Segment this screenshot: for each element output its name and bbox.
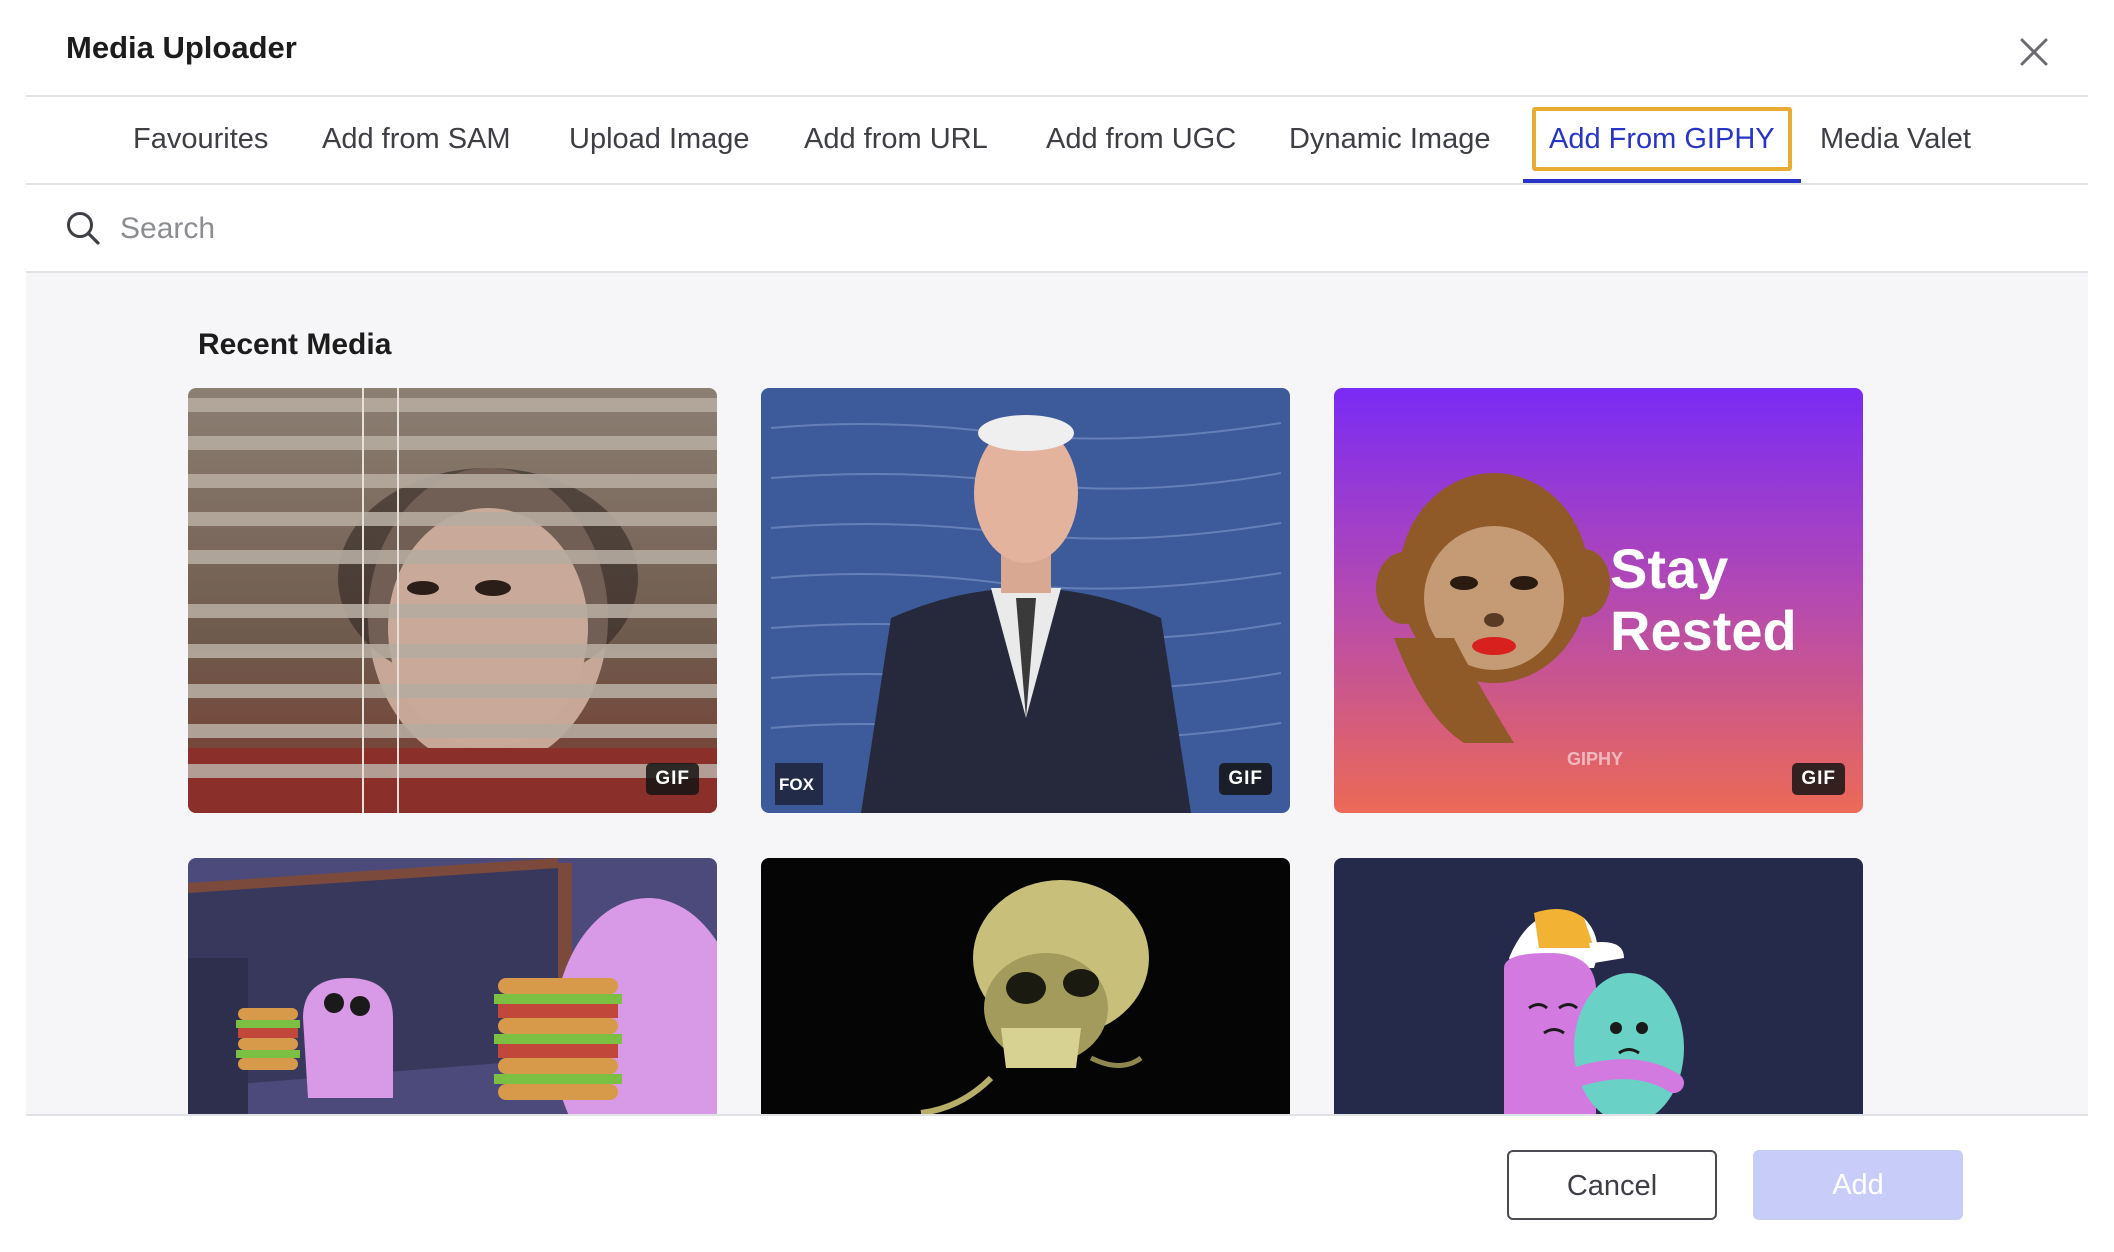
dialog-header: Media Uploader <box>26 0 2088 97</box>
active-tab-underline <box>1523 179 1801 183</box>
tab-dynamic-image[interactable]: Dynamic Image <box>1289 97 1490 183</box>
tab-media-valet[interactable]: Media Valet <box>1820 97 1971 183</box>
svg-text:FOX: FOX <box>779 775 815 794</box>
tab-add-from-sam[interactable]: Add from SAM <box>322 97 511 183</box>
media-thumbnail-4[interactable] <box>188 858 717 1114</box>
media-uploader-dialog: Media Uploader Favourites Add from SAM U… <box>0 0 2114 1252</box>
rested-text: Rested <box>1610 599 1797 662</box>
tab-bar: Favourites Add from SAM Upload Image Add… <box>26 97 2088 185</box>
gif-image-stay-rested: Stay Rested GIPHY <box>1334 388 1863 813</box>
search-bar <box>26 185 2088 273</box>
tab-upload-image[interactable]: Upload Image <box>569 97 750 183</box>
recent-media-section: Recent Media GIF FOX GIF Stay Rested GIP… <box>26 273 2088 1114</box>
gif-image-blinds <box>188 388 717 813</box>
tab-add-from-giphy[interactable]: Add From GIPHY <box>1523 97 1801 183</box>
gif-image-debate: FOX <box>761 388 1290 813</box>
section-title: Recent Media <box>198 328 392 361</box>
gif-badge: GIF <box>646 763 699 795</box>
stay-text: Stay <box>1610 537 1728 600</box>
close-icon[interactable] <box>2016 34 2052 70</box>
tab-add-from-url[interactable]: Add from URL <box>804 97 988 183</box>
dialog-title: Media Uploader <box>66 30 297 65</box>
media-thumbnail-5[interactable] <box>761 858 1290 1114</box>
media-thumbnail-2[interactable]: FOX GIF <box>761 388 1290 813</box>
media-thumbnail-1[interactable]: GIF <box>188 388 717 813</box>
dialog-footer: Cancel Add <box>26 1114 2088 1252</box>
search-icon <box>64 209 102 247</box>
tab-label-add-from-giphy: Add From GIPHY <box>1549 123 1775 155</box>
tab-favourites[interactable]: Favourites <box>133 97 268 183</box>
gif-image-hug <box>1334 858 1863 1114</box>
add-button[interactable]: Add <box>1753 1150 1963 1220</box>
giphy-watermark: GIPHY <box>1567 749 1623 769</box>
gif-image-sandwiches <box>188 858 717 1114</box>
gif-badge: GIF <box>1219 763 1272 795</box>
search-input[interactable] <box>118 201 2022 257</box>
cancel-button[interactable]: Cancel <box>1507 1150 1717 1220</box>
gif-badge: GIF <box>1792 763 1845 795</box>
media-thumbnail-3[interactable]: Stay Rested GIPHY GIF <box>1334 388 1863 813</box>
gif-image-skeleton <box>761 858 1290 1114</box>
tab-add-from-ugc[interactable]: Add from UGC <box>1046 97 1236 183</box>
media-thumbnail-6[interactable] <box>1334 858 1863 1114</box>
